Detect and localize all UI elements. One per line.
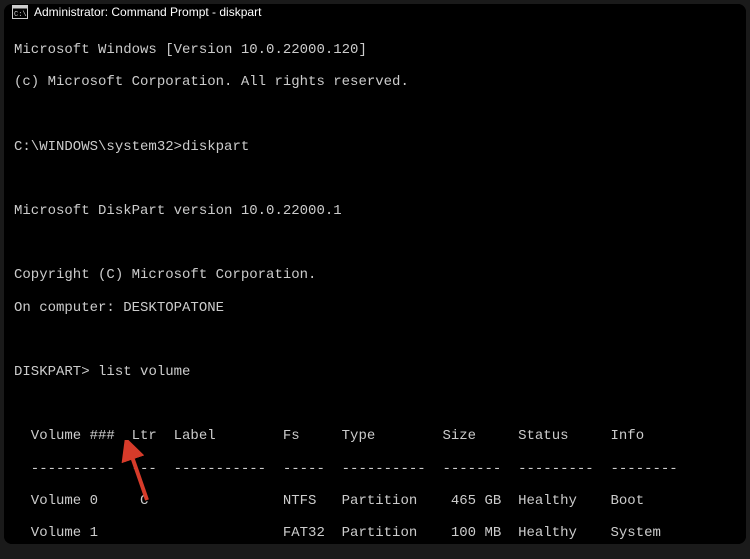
prompt-line-1: C:\WINDOWS\system32>diskpart: [14, 139, 736, 155]
command-prompt-window: C:\ Administrator: Command Prompt - disk…: [4, 4, 746, 544]
prompt-text: C:\WINDOWS\system32>: [14, 139, 182, 155]
blank-line: [14, 171, 736, 187]
prompt-text: DISKPART>: [14, 364, 90, 380]
table-header: Volume ### Ltr Label Fs Type Size Status…: [14, 428, 736, 444]
banner-line-2: (c) Microsoft Corporation. All rights re…: [14, 74, 736, 90]
blank-line: [14, 106, 736, 122]
blank-line: [14, 235, 736, 251]
titlebar[interactable]: C:\ Administrator: Command Prompt - disk…: [4, 4, 746, 20]
prompt-line-2: DISKPART> list volume: [14, 364, 736, 380]
command-text: diskpart: [182, 139, 249, 155]
blank-line: [14, 332, 736, 348]
terminal-area[interactable]: Microsoft Windows [Version 10.0.22000.12…: [4, 20, 746, 544]
diskpart-banner-3: On computer: DESKTOPATONE: [14, 300, 736, 316]
titlebar-title: Administrator: Command Prompt - diskpart: [34, 5, 738, 19]
table-divider: ---------- --- ----------- ----- -------…: [14, 461, 736, 477]
svg-text:C:\: C:\: [14, 11, 27, 19]
table-row: Volume 1 FAT32 Partition 100 MB Healthy …: [14, 525, 736, 541]
blank-line: [14, 396, 736, 412]
table-row: Volume 0 C NTFS Partition 465 GB Healthy…: [14, 493, 736, 509]
cmd-icon: C:\: [12, 4, 28, 20]
diskpart-banner-2: Copyright (C) Microsoft Corporation.: [14, 267, 736, 283]
diskpart-banner-1: Microsoft DiskPart version 10.0.22000.1: [14, 203, 736, 219]
banner-line-1: Microsoft Windows [Version 10.0.22000.12…: [14, 42, 736, 58]
command-text: list volume: [98, 364, 190, 380]
